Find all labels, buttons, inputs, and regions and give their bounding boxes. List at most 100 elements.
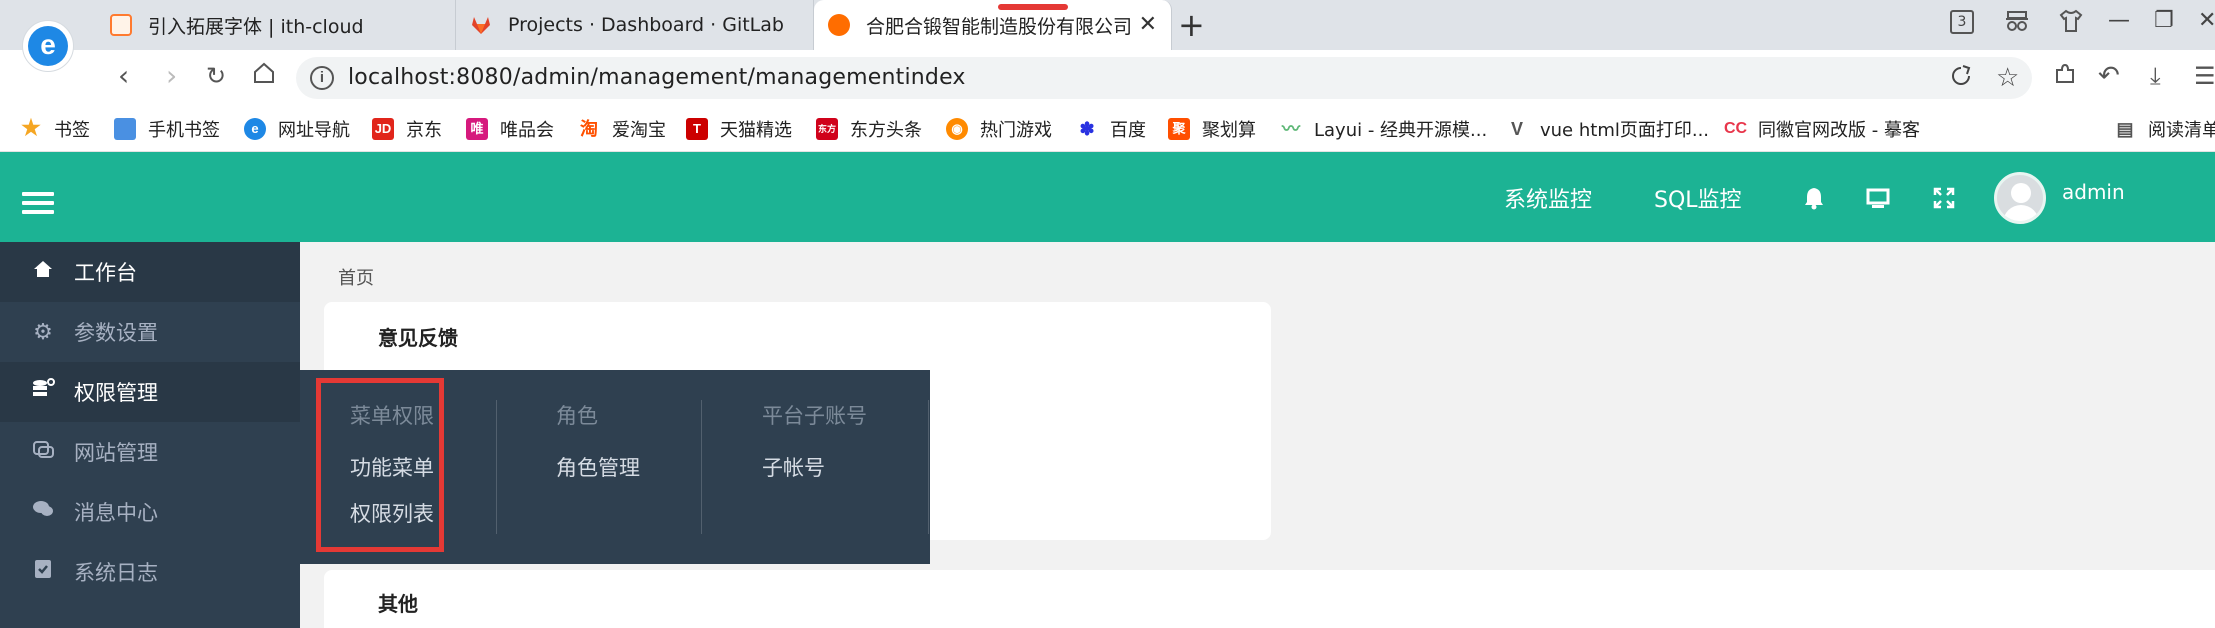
bookmark-item[interactable]: 手机书签 [114, 116, 220, 142]
share-icon[interactable] [1948, 63, 1974, 96]
layui-icon: 〰 [1282, 119, 1300, 139]
gears-icon: ⚙ [33, 319, 53, 345]
url-text[interactable]: localhost:8080/admin/management/manageme… [348, 65, 966, 90]
menu-icon[interactable]: ☰ [2194, 61, 2215, 91]
hamburger-menu-icon[interactable] [22, 192, 54, 219]
card-title: 其他 [378, 592, 418, 616]
home-icon[interactable] [252, 61, 276, 91]
juhuasuan-icon: 聚 [1168, 118, 1190, 140]
forward-icon[interactable]: › [166, 61, 177, 91]
browser-tab-app[interactable]: 合肥合锻智能制造股份有限公司 ✕ [814, 0, 1172, 50]
bookmark-item[interactable]: CC 同徽官网改版 - 摹客 [1724, 116, 1920, 142]
sidebar-item-permissions[interactable]: 权限管理 [0, 362, 300, 422]
bookmark-label: 网址导航 [278, 120, 350, 141]
highlight-annotation-box [316, 378, 444, 552]
sidebar-item-label: 系统日志 [74, 561, 158, 585]
card-title: 意见反馈 [378, 326, 458, 350]
bookmark-item[interactable]: 东方 东方头条 [816, 116, 922, 142]
bookmark-label: vue html页面打印... [1540, 120, 1710, 141]
reading-list-icon: ▤ [2116, 119, 2134, 139]
bookmark-item[interactable]: ✽ 百度 [1076, 116, 1146, 142]
download-icon[interactable]: ⤓ [2150, 61, 2161, 91]
bookmark-item[interactable]: 〰 Layui - 经典开源模... [1280, 116, 1487, 142]
sql-monitor-link[interactable]: SQL监控 [1654, 182, 1742, 214]
site-info-icon[interactable]: i [310, 66, 334, 90]
tab-title: 合肥合锻智能制造股份有限公司 [866, 15, 1133, 38]
bookmark-item[interactable]: 聚聚划算 [1168, 116, 1256, 142]
address-bar[interactable]: i localhost:8080/admin/management/manage… [296, 57, 2032, 99]
permission-icon [28, 378, 58, 406]
bookmark-label: 爱淘宝 [612, 120, 666, 141]
close-window-icon[interactable]: ✕ [2198, 8, 2215, 33]
favorite-star-icon[interactable]: ☆ [1996, 63, 2019, 93]
restore-icon[interactable]: ❐ [2154, 8, 2174, 33]
sidebar-item-logs[interactable]: 系统日志 [0, 542, 300, 602]
browser-tab-strip: 引入拓展字体 | ith-cloud Projects · Dashboard … [0, 0, 2215, 50]
incognito-icon[interactable] [2004, 8, 2030, 40]
home-icon [28, 258, 58, 286]
extensions-icon[interactable] [2052, 61, 2078, 94]
vip-icon: 唯 [466, 118, 488, 140]
monitor-icon[interactable] [1866, 186, 1890, 214]
sidebar-item-settings[interactable]: ⚙ 参数设置 [0, 302, 300, 362]
website-icon [28, 438, 58, 466]
other-card: 其他 [324, 570, 2215, 628]
bookmark-item[interactable]: 淘爱淘宝 [578, 116, 666, 142]
undo-icon[interactable]: ↶ [2098, 61, 2120, 91]
star-icon: ★ [21, 115, 41, 140]
bookmark-item[interactable]: 唯唯品会 [466, 116, 554, 142]
app-favicon [828, 14, 850, 36]
back-icon[interactable]: ‹ [118, 61, 129, 91]
flyout-divider [496, 400, 497, 534]
sidebar-item-website[interactable]: 网站管理 [0, 422, 300, 482]
flyout-item-sub-account[interactable]: 子帐号 [762, 452, 825, 482]
user-name[interactable]: admin [2062, 180, 2125, 204]
bookmark-label: 天猫精选 [720, 120, 792, 141]
bookmark-label: 百度 [1110, 120, 1146, 141]
close-tab-icon[interactable]: ✕ [1139, 12, 1157, 37]
bell-icon[interactable] [1802, 186, 1826, 214]
phone-bookmark-icon [114, 118, 136, 140]
bookmark-item[interactable]: JD 京东 [372, 116, 442, 142]
message-icon [28, 498, 58, 526]
fullscreen-icon[interactable] [1932, 186, 1956, 214]
minimize-icon[interactable]: — [2108, 8, 2130, 33]
system-monitor-link[interactable]: 系统监控 [1504, 182, 1592, 214]
jd-icon: JD [372, 118, 394, 140]
bookmark-item[interactable]: T 天猫精选 [686, 116, 792, 142]
bookmark-label: 同徽官网改版 - 摹客 [1758, 120, 1920, 141]
ith-cloud-favicon [110, 14, 132, 36]
bookmark-item[interactable]: ▤ 阅读清单 [2114, 116, 2215, 142]
avatar[interactable] [1994, 172, 2046, 224]
bookmark-item[interactable]: Vvue html页面打印... [1506, 116, 1709, 142]
shirt-skin-icon[interactable] [2058, 8, 2084, 40]
bookmark-item[interactable]: e 网址导航 [244, 116, 350, 142]
bookmark-label: 唯品会 [500, 120, 554, 141]
nav-icon: e [244, 118, 266, 140]
mockplus-icon: CC [1724, 120, 1748, 137]
sidebar: 工作台 ⚙ 参数设置 权限管理 网站管理 消息中心 系统日志 [0, 242, 300, 628]
bookmark-label: 京东 [406, 120, 442, 141]
browser-tab-ith-cloud[interactable]: 引入拓展字体 | ith-cloud [96, 0, 456, 50]
browser-logo-icon[interactable] [22, 20, 74, 72]
sidebar-item-messages[interactable]: 消息中心 [0, 482, 300, 542]
sidebar-item-label: 工作台 [74, 261, 137, 285]
bookmark-item[interactable]: ◉ 热门游戏 [946, 116, 1052, 142]
sidebar-item-workbench[interactable]: 工作台 [0, 242, 300, 302]
browser-tab-gitlab[interactable]: Projects · Dashboard · GitLab [456, 0, 814, 50]
bookmark-label: Layui - 经典开源模... [1314, 120, 1488, 141]
tmall-icon: T [686, 118, 708, 140]
address-bar-row: ‹ › ↻ i localhost:8080/admin/management/… [0, 50, 2215, 106]
tab-count-icon[interactable]: 3 [1950, 10, 1974, 34]
bookmark-item[interactable]: ★ 书签 [20, 116, 90, 142]
new-tab-icon[interactable]: + [1178, 6, 1205, 44]
breadcrumb[interactable]: 首页 [338, 264, 374, 290]
vue-icon: V [1510, 119, 1523, 139]
reload-icon[interactable]: ↻ [206, 61, 226, 91]
dftt-icon: 东方 [816, 118, 838, 140]
gitlab-favicon [470, 14, 492, 36]
bookmark-label: 手机书签 [148, 120, 220, 141]
sidebar-item-label: 消息中心 [74, 501, 158, 525]
flyout-divider [928, 400, 929, 534]
flyout-item-role-management[interactable]: 角色管理 [556, 452, 640, 482]
